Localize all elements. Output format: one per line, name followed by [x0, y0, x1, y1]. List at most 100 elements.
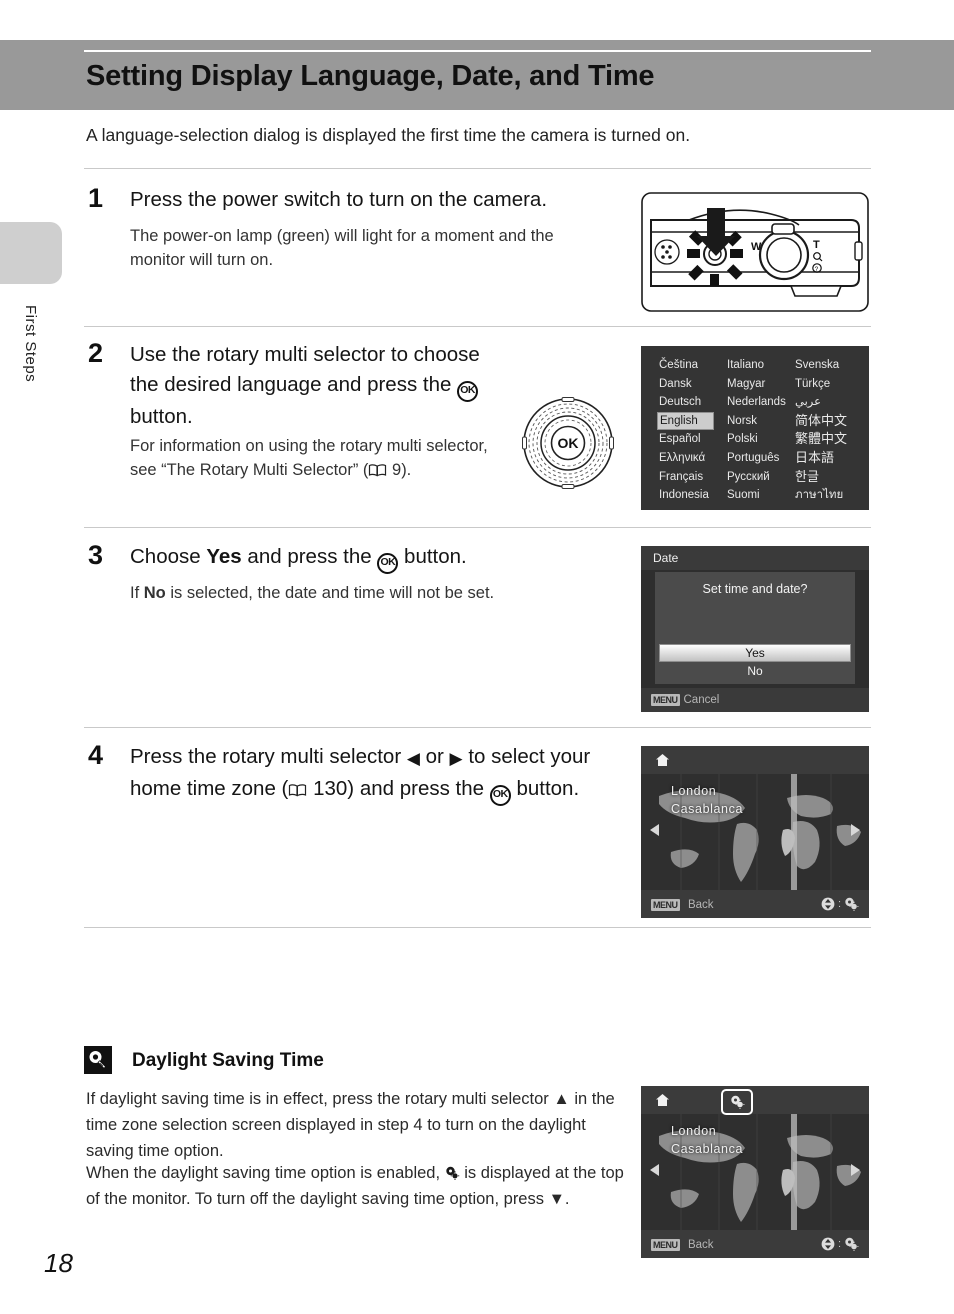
- language-selection-screen[interactable]: Čeština Italiano Svenska Dansk Magyar Tü…: [641, 346, 869, 510]
- header-top-rule: [84, 50, 871, 52]
- menu-badge-icon[interactable]: MENU: [651, 899, 680, 911]
- step-1-heading: Press the power switch to turn on the ca…: [130, 185, 630, 215]
- date-option-no[interactable]: No: [659, 663, 851, 680]
- next-timezone-arrow-icon[interactable]: [851, 1164, 860, 1176]
- step-3-yes-emphasis: Yes: [206, 545, 242, 568]
- step-4-heading: Press the rotary multi selector ◀ or ▶ t…: [130, 742, 622, 806]
- language-option[interactable]: Ελληνικά: [659, 449, 727, 468]
- menu-badge-icon[interactable]: MENU: [651, 694, 680, 706]
- language-option[interactable]: Magyar: [727, 375, 795, 394]
- timezone-selection-screen-dst-enabled[interactable]: London Casablanca MENU Back :: [641, 1086, 869, 1258]
- step-3-heading-text-c: button.: [398, 545, 467, 568]
- language-option[interactable]: Polski: [727, 430, 795, 449]
- svg-text:T: T: [813, 239, 820, 251]
- step-3-body: If No is selected, the date and time wil…: [130, 581, 630, 605]
- step-4-page-ref: 130: [313, 777, 348, 800]
- section-label: First Steps: [22, 305, 39, 383]
- next-timezone-arrow-icon[interactable]: [851, 824, 860, 836]
- timezone-city-names: London Casablanca: [671, 1122, 743, 1158]
- timezone-footer-label: Back: [687, 899, 714, 911]
- language-option[interactable]: Türkçe: [795, 375, 855, 394]
- up-arrow-icon: ▲: [553, 1090, 570, 1108]
- footer-dst-hint: :: [821, 897, 859, 911]
- step-4-heading-text-d: button.: [510, 777, 580, 800]
- language-option[interactable]: Svenska: [795, 356, 855, 375]
- timezone-footer-label: Back: [687, 1239, 714, 1251]
- selected-timezone-band: [791, 1114, 797, 1230]
- language-option[interactable]: Русский: [727, 468, 795, 487]
- footer-dst-hint: :: [821, 1237, 859, 1251]
- menu-badge-icon[interactable]: MENU: [651, 1239, 680, 1251]
- language-option[interactable]: ภาษาไทย: [795, 486, 855, 505]
- section-tab-marker: [0, 222, 62, 284]
- footer-hint-separator: :: [837, 898, 841, 910]
- step-2-body-text-b: ).: [401, 461, 412, 479]
- world-map-area[interactable]: London Casablanca: [641, 1114, 869, 1230]
- language-option[interactable]: Português: [727, 449, 795, 468]
- timezone-selection-screen[interactable]: London Casablanca MENU Back :: [641, 746, 869, 918]
- step-2-body-page-ref: 9: [392, 461, 402, 479]
- date-confirmation-screen[interactable]: Date Set time and date? Yes No MENU Canc…: [641, 546, 869, 712]
- divider-above-step-3: [84, 527, 871, 528]
- step-4-heading-text-c: ) and press the: [347, 777, 490, 800]
- date-dialog-panel: Set time and date? Yes No: [655, 572, 855, 684]
- daylight-saving-icon: [445, 1162, 460, 1180]
- tip-paragraph-1: If daylight saving time is in effect, pr…: [86, 1086, 632, 1164]
- tip-p2-text-a: When the daylight saving time option is …: [86, 1164, 445, 1182]
- language-option[interactable]: 한글: [795, 468, 855, 487]
- left-arrow-icon: ◀: [406, 749, 420, 768]
- daylight-saving-icon: [844, 897, 859, 911]
- language-option[interactable]: Nederlands: [727, 393, 795, 412]
- language-option[interactable]: 日本語: [795, 449, 855, 468]
- page-number: 18: [44, 1248, 73, 1278]
- svg-text:?: ?: [815, 266, 819, 273]
- timezone-city-names: London Casablanca: [671, 782, 743, 818]
- step-3-body-text-a: If: [130, 584, 144, 602]
- language-option[interactable]: 简体中文: [795, 412, 855, 431]
- tip-lightbulb-icon: [84, 1046, 112, 1074]
- up-down-arrow-icon: [821, 897, 835, 911]
- timezone-city-line-2: Casablanca: [671, 802, 744, 816]
- language-option[interactable]: Norsk: [727, 412, 795, 431]
- step-4-heading-or: or: [419, 745, 450, 768]
- divider-above-step-2: [84, 326, 871, 327]
- language-option[interactable]: Italiano: [727, 356, 795, 375]
- step-2-body: For information on using the rotary mult…: [130, 434, 490, 482]
- step-3-body-text-b: is selected, the date and time will not …: [165, 584, 495, 602]
- language-option[interactable]: Suomi: [727, 486, 795, 505]
- timezone-screen-topbar: [641, 746, 869, 774]
- step-3-heading-text-b: and press the: [241, 545, 378, 568]
- date-footer-label: Cancel: [683, 694, 720, 706]
- previous-timezone-arrow-icon[interactable]: [650, 824, 659, 836]
- language-option[interactable]: Čeština: [659, 356, 727, 375]
- timezone-screen-footer: MENU Back :: [641, 890, 869, 918]
- right-arrow-icon: ▶: [449, 749, 463, 768]
- language-option-selected[interactable]: English: [657, 411, 714, 431]
- home-icon: [655, 1093, 670, 1107]
- language-grid[interactable]: Čeština Italiano Svenska Dansk Magyar Tü…: [657, 356, 855, 505]
- step-2-heading-text-a: Use the rotary multi selector to choose …: [130, 343, 480, 396]
- step-2-number: 2: [88, 338, 104, 368]
- step-2-body-text-a: For information on using the rotary mult…: [130, 437, 488, 479]
- language-option[interactable]: Dansk: [659, 375, 727, 394]
- step-2-heading: Use the rotary multi selector to choose …: [130, 340, 500, 432]
- language-option[interactable]: Deutsch: [659, 393, 727, 412]
- rotary-multi-selector-illustration: OK: [521, 396, 615, 490]
- language-option[interactable]: Français: [659, 468, 727, 487]
- date-screen-footer: MENU Cancel: [641, 688, 869, 712]
- language-option[interactable]: عربي: [795, 393, 855, 412]
- language-option[interactable]: Indonesia: [659, 486, 727, 505]
- date-option-yes[interactable]: Yes: [659, 644, 851, 662]
- step-4-number: 4: [88, 740, 104, 770]
- page-title: Setting Display Language, Date, and Time: [86, 60, 655, 92]
- daylight-saving-badge-active[interactable]: [721, 1089, 753, 1115]
- down-arrow-icon: ▼: [548, 1190, 565, 1208]
- language-option[interactable]: Español: [659, 430, 727, 449]
- language-option[interactable]: 繁體中文: [795, 430, 855, 449]
- previous-timezone-arrow-icon[interactable]: [650, 1164, 659, 1176]
- daylight-saving-icon: [730, 1095, 745, 1109]
- date-dialog-message: Set time and date?: [702, 582, 808, 596]
- world-map-area[interactable]: London Casablanca: [641, 774, 869, 890]
- tip-paragraph-2: When the daylight saving time option is …: [86, 1160, 632, 1212]
- ok-button-glyph: OK: [377, 553, 399, 574]
